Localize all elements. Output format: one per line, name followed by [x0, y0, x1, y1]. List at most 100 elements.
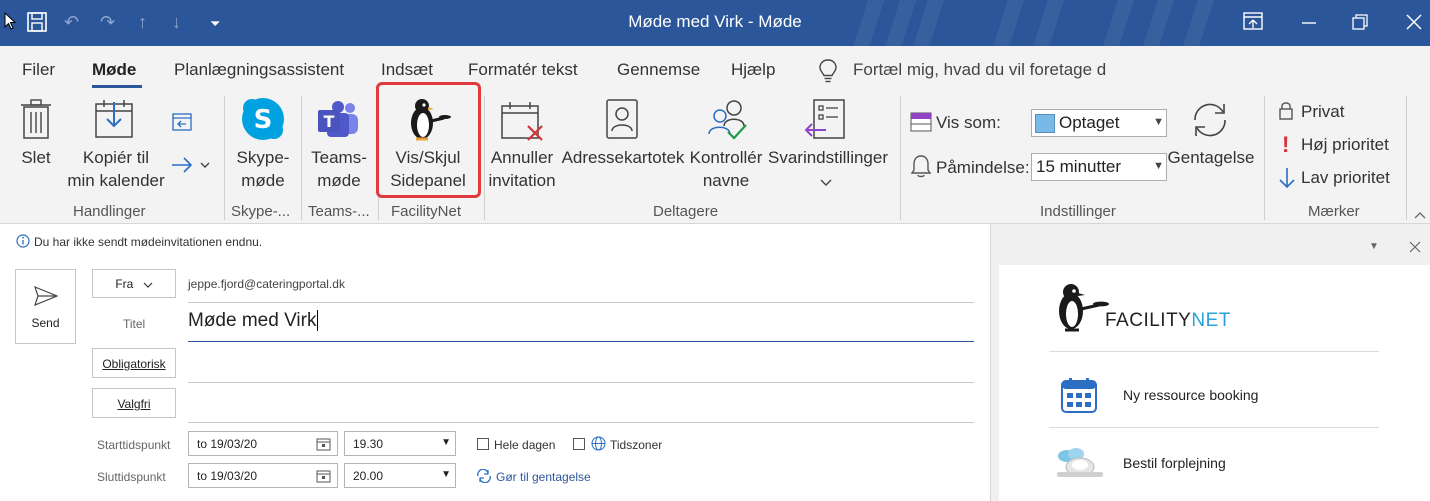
cancel-invitation-button[interactable]: Annuller invitation [484, 146, 560, 192]
all-day-checkbox[interactable] [477, 438, 489, 450]
recurrence-button[interactable]: Gentagelse [1166, 146, 1256, 169]
group-maerker: Mærker [1308, 203, 1360, 220]
timezones-label: Tidszoner [610, 438, 663, 452]
check-names-button[interactable]: Kontrollér navne [686, 146, 766, 192]
restore-icon[interactable] [1352, 14, 1368, 34]
start-date-input[interactable]: to 19/03/20 [188, 431, 338, 456]
lock-icon [1278, 100, 1294, 125]
address-book-button[interactable]: Adressekartotek [560, 146, 686, 169]
end-time-value: 20.00 [353, 469, 384, 483]
check-label-line2: navne [702, 171, 750, 190]
facilitynet-logo-icon [1059, 284, 1109, 332]
copy-label-line1: Kopiér til [82, 148, 150, 167]
chevron-down-icon: ▼ [1153, 116, 1164, 128]
teams-icon: T [316, 100, 360, 145]
info-message: Du har ikke sendt mødeinvitationen endnu… [34, 235, 263, 249]
optional-field-line[interactable] [188, 422, 974, 423]
start-time-value: 19.30 [353, 437, 384, 451]
all-day-label: Hele dagen [494, 438, 556, 452]
response-options-button[interactable]: Svarindstillinger [766, 146, 890, 169]
timezones-checkbox[interactable] [573, 438, 585, 450]
tab-indsaet[interactable]: Indsæt [381, 60, 433, 80]
low-priority-toggle[interactable]: Lav prioritet [1301, 168, 1390, 188]
end-time-select[interactable]: 20.00 ▼ [344, 463, 456, 488]
lightbulb-icon [818, 58, 838, 89]
divider [188, 302, 974, 303]
chevron-down-icon [143, 282, 153, 288]
order-catering-item[interactable]: Bestil forplejning [1049, 437, 1379, 487]
recurrence-icon [1187, 98, 1233, 147]
end-label: Sluttidspunkt [97, 470, 166, 484]
tab-planlaegningsassistent[interactable]: Planlægningsassistent [174, 60, 344, 80]
skype-label-line1: Skype- [236, 148, 290, 167]
show-as-icon [910, 112, 932, 137]
end-date-value: to 19/03/20 [197, 469, 258, 483]
calendar-icon[interactable] [316, 469, 331, 483]
show-as-select[interactable]: Optaget ▼ [1031, 109, 1167, 137]
close-icon[interactable] [1406, 14, 1422, 34]
check-label-line1: Kontrollér [689, 148, 763, 167]
high-priority-toggle[interactable]: Høj prioritet [1301, 135, 1389, 155]
teams-meeting-button[interactable]: Teams- møde [308, 146, 370, 192]
tab-gennemse[interactable]: Gennemse [617, 60, 700, 80]
svg-text:S: S [254, 105, 273, 135]
title-value: Møde med Virk [188, 310, 317, 331]
panel-close-icon[interactable] [1409, 241, 1421, 253]
recurrence-small-icon [477, 469, 491, 483]
reminder-select[interactable]: 15 minutter ▼ [1031, 153, 1167, 181]
start-label: Starttidspunkt [97, 438, 171, 452]
calendar-icon[interactable] [316, 437, 331, 451]
group-deltagere: Deltagere [653, 203, 719, 220]
reminder-label: Påmindelse: [936, 158, 1030, 177]
skype-icon: S [240, 96, 286, 147]
active-tab-indicator [92, 85, 142, 88]
facilitynet-side-panel: ▼ FACILITYNET Ny ressource booking Besti… [990, 224, 1430, 501]
required-field-line[interactable] [188, 382, 974, 383]
ribbon-display-icon[interactable] [1243, 12, 1263, 34]
show-as-label: Vis som: [936, 113, 1001, 132]
skype-meeting-button[interactable]: Skype- møde [232, 146, 294, 192]
svg-text:T: T [324, 112, 335, 131]
start-time-select[interactable]: 19.30 ▼ [344, 431, 456, 456]
tab-mode[interactable]: Møde [92, 60, 136, 80]
globe-icon [591, 436, 606, 451]
divider [1049, 351, 1379, 352]
minimize-icon[interactable] [1302, 14, 1316, 34]
tab-formater-tekst[interactable]: Formatér tekst [468, 60, 578, 80]
delete-button[interactable]: Slet [18, 146, 54, 169]
window-title: Møde med Virk - Møde [628, 12, 802, 31]
end-date-input[interactable]: to 19/03/20 [188, 463, 338, 488]
exclamation-icon: ! [1282, 132, 1290, 157]
title-input[interactable]: Møde med Virk [188, 310, 319, 332]
order-catering-label: Bestil forplejning [1123, 455, 1226, 471]
copy-label-line2: min kalender [67, 171, 165, 190]
send-button[interactable]: Send [15, 269, 76, 344]
send-label: Send [31, 316, 60, 330]
chevron-down-icon: ▼ [1153, 160, 1164, 172]
private-toggle[interactable]: Privat [1301, 102, 1344, 122]
divider [1049, 427, 1379, 428]
required-button[interactable]: Obligatorisk [92, 348, 176, 378]
tell-me-search[interactable]: Fortæl mig, hvad du vil foretage d [853, 60, 1143, 80]
title-underline [188, 341, 974, 342]
collapse-ribbon-icon[interactable] [1414, 206, 1426, 224]
cancel-label-line2: invitation [488, 171, 556, 190]
ribbon-tabs: Filer Møde Planlægningsassistent Indsæt … [0, 46, 1430, 90]
forward-dropdown-icon[interactable] [171, 156, 215, 179]
tab-filer[interactable]: Filer [22, 60, 55, 80]
bell-icon [910, 154, 932, 183]
busy-swatch [1035, 114, 1055, 133]
copy-to-calendar-button[interactable]: Kopiér til min kalender [62, 146, 170, 192]
group-skype: Skype-... [231, 203, 291, 220]
tab-hjaelp[interactable]: Hjælp [731, 60, 775, 80]
forward-as-icon[interactable] [171, 112, 193, 137]
panel-options-icon[interactable]: ▼ [1369, 241, 1379, 252]
ribbon-separator [900, 96, 901, 220]
new-resource-booking-label: Ny ressource booking [1123, 387, 1259, 403]
from-button[interactable]: Fra [92, 269, 176, 298]
chevron-down-icon[interactable] [820, 174, 832, 192]
meeting-form: Du har ikke sendt mødeinvitationen endnu… [0, 224, 990, 501]
make-recurring-link[interactable]: Gør til gentagelse [496, 470, 591, 484]
new-resource-booking-item[interactable]: Ny ressource booking [1049, 369, 1379, 419]
optional-button[interactable]: Valgfri [92, 388, 176, 418]
